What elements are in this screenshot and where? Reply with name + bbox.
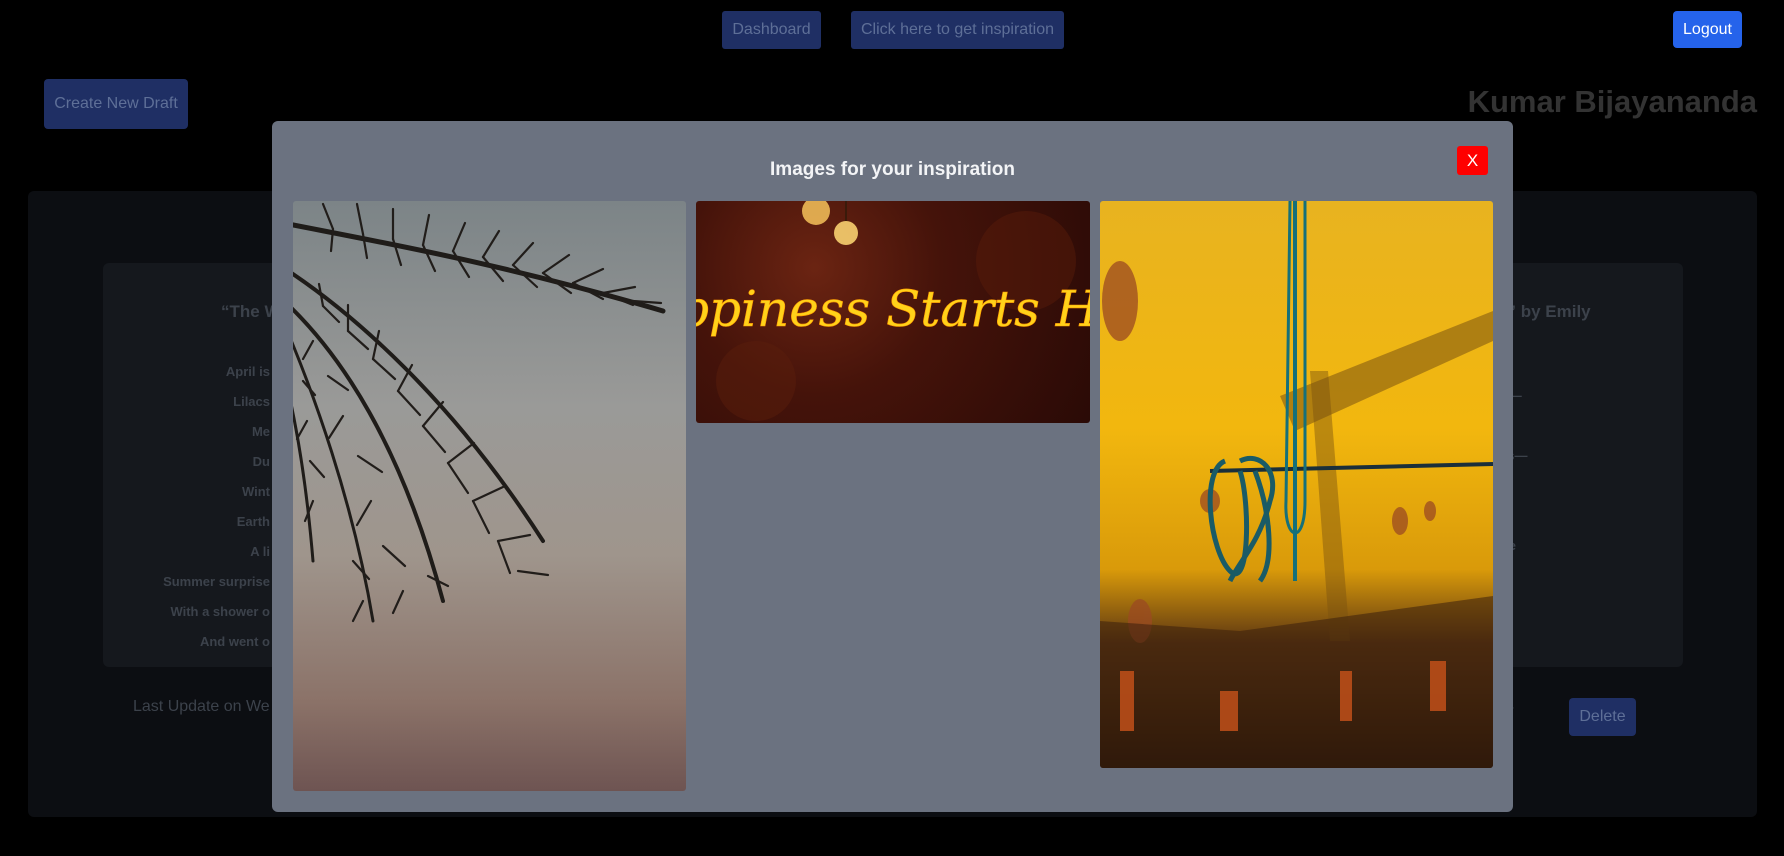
poem-line: Wint — [241, 484, 270, 499]
poem-line: A li — [250, 544, 270, 559]
logout-button[interactable]: Logout — [1673, 11, 1742, 48]
poem-line: And went o — [199, 634, 270, 649]
palm-leaves-image — [293, 201, 686, 791]
neon-sign-text: Happiness Starts Here — [696, 280, 1090, 338]
inspiration-modal: Images for your inspiration X piness Sta… — [272, 121, 1513, 812]
poem-line: Me — [251, 424, 270, 439]
inspiration-button[interactable]: Click here to get inspiration — [851, 11, 1064, 49]
modal-title: Images for your inspiration — [770, 159, 1015, 180]
poem-line: Summer surprise — [163, 574, 270, 589]
poem-line: With a shower o — [170, 604, 270, 619]
dashboard-button[interactable]: Dashboard — [722, 11, 821, 49]
poem-line: Lilacs — [233, 394, 270, 409]
delete-button[interactable]: Delete — [1569, 698, 1636, 736]
user-name-heading: Kumar Bijayananda — [1467, 84, 1757, 119]
poem-line: April is — [225, 364, 270, 379]
last-update-text: Last Update on We — [133, 698, 270, 715]
close-button[interactable]: X — [1457, 146, 1488, 175]
poem-line: Earth — [236, 514, 270, 529]
rope-on-yellow-wall-image — [1100, 201, 1493, 768]
create-new-draft-button[interactable]: Create New Draft — [44, 79, 188, 129]
happiness-neon-sign-image: Happiness Starts Here — [696, 201, 1090, 423]
poem-line: Du — [252, 454, 270, 469]
